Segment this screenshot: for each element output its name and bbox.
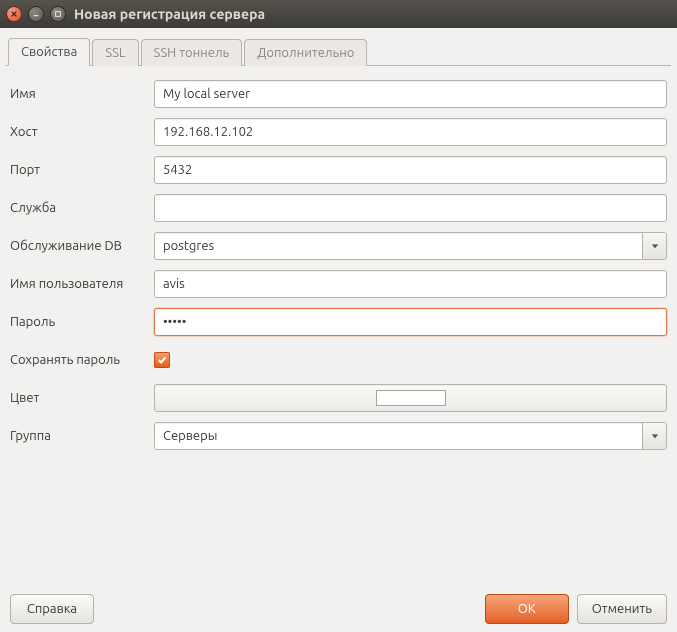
tab-label: Дополнительно — [257, 46, 354, 60]
window-title: Новая регистрация сервера — [74, 6, 265, 22]
tab-label: Свойства — [21, 45, 77, 59]
tab-label: SSL — [105, 46, 125, 60]
password-input[interactable] — [154, 308, 667, 336]
minimize-icon[interactable] — [28, 6, 44, 22]
help-button[interactable]: Справка — [10, 594, 94, 624]
password-label: Пароль — [8, 315, 154, 329]
close-icon[interactable] — [6, 6, 22, 22]
tab-advanced[interactable]: Дополнительно — [244, 39, 367, 66]
form-area: Имя Хост Порт Служба Обслуживание DB pos… — [6, 66, 671, 588]
host-label: Хост — [8, 125, 154, 139]
button-label: OK — [518, 602, 536, 616]
service-input[interactable] — [154, 194, 667, 222]
color-button[interactable] — [154, 384, 667, 412]
tab-ssl[interactable]: SSL — [92, 39, 138, 66]
maintenance-db-combo[interactable]: postgres — [154, 232, 667, 260]
save-password-label: Сохранять пароль — [8, 353, 154, 367]
button-label: Отменить — [592, 602, 652, 616]
name-label: Имя — [8, 87, 154, 101]
color-label: Цвет — [8, 391, 154, 405]
tab-label: SSH тоннель — [154, 46, 230, 60]
button-label: Справка — [27, 602, 77, 616]
combo-value: postgres — [155, 239, 642, 253]
button-bar: Справка OK Отменить — [6, 588, 671, 632]
group-combo[interactable]: Серверы — [154, 422, 667, 450]
username-input[interactable] — [154, 270, 667, 298]
tab-bar: Свойства SSL SSH тоннель Дополнительно — [6, 34, 671, 66]
chevron-down-icon — [642, 423, 666, 449]
save-password-checkbox[interactable] — [154, 352, 170, 368]
titlebar: Новая регистрация сервера — [0, 0, 677, 28]
host-input[interactable] — [154, 118, 667, 146]
port-input[interactable] — [154, 156, 667, 184]
maintenance-db-label: Обслуживание DB — [8, 239, 154, 253]
port-label: Порт — [8, 163, 154, 177]
service-label: Служба — [8, 201, 154, 215]
color-swatch — [376, 390, 446, 406]
chevron-down-icon — [642, 233, 666, 259]
maximize-icon[interactable] — [50, 6, 66, 22]
username-label: Имя пользователя — [8, 277, 154, 291]
ok-button[interactable]: OK — [485, 594, 569, 624]
cancel-button[interactable]: Отменить — [577, 594, 667, 624]
tab-ssh-tunnel[interactable]: SSH тоннель — [141, 39, 243, 66]
window-buttons — [6, 6, 66, 22]
name-input[interactable] — [154, 80, 667, 108]
tab-properties[interactable]: Свойства — [8, 38, 90, 66]
group-label: Группа — [8, 429, 154, 443]
combo-value: Серверы — [155, 429, 642, 443]
